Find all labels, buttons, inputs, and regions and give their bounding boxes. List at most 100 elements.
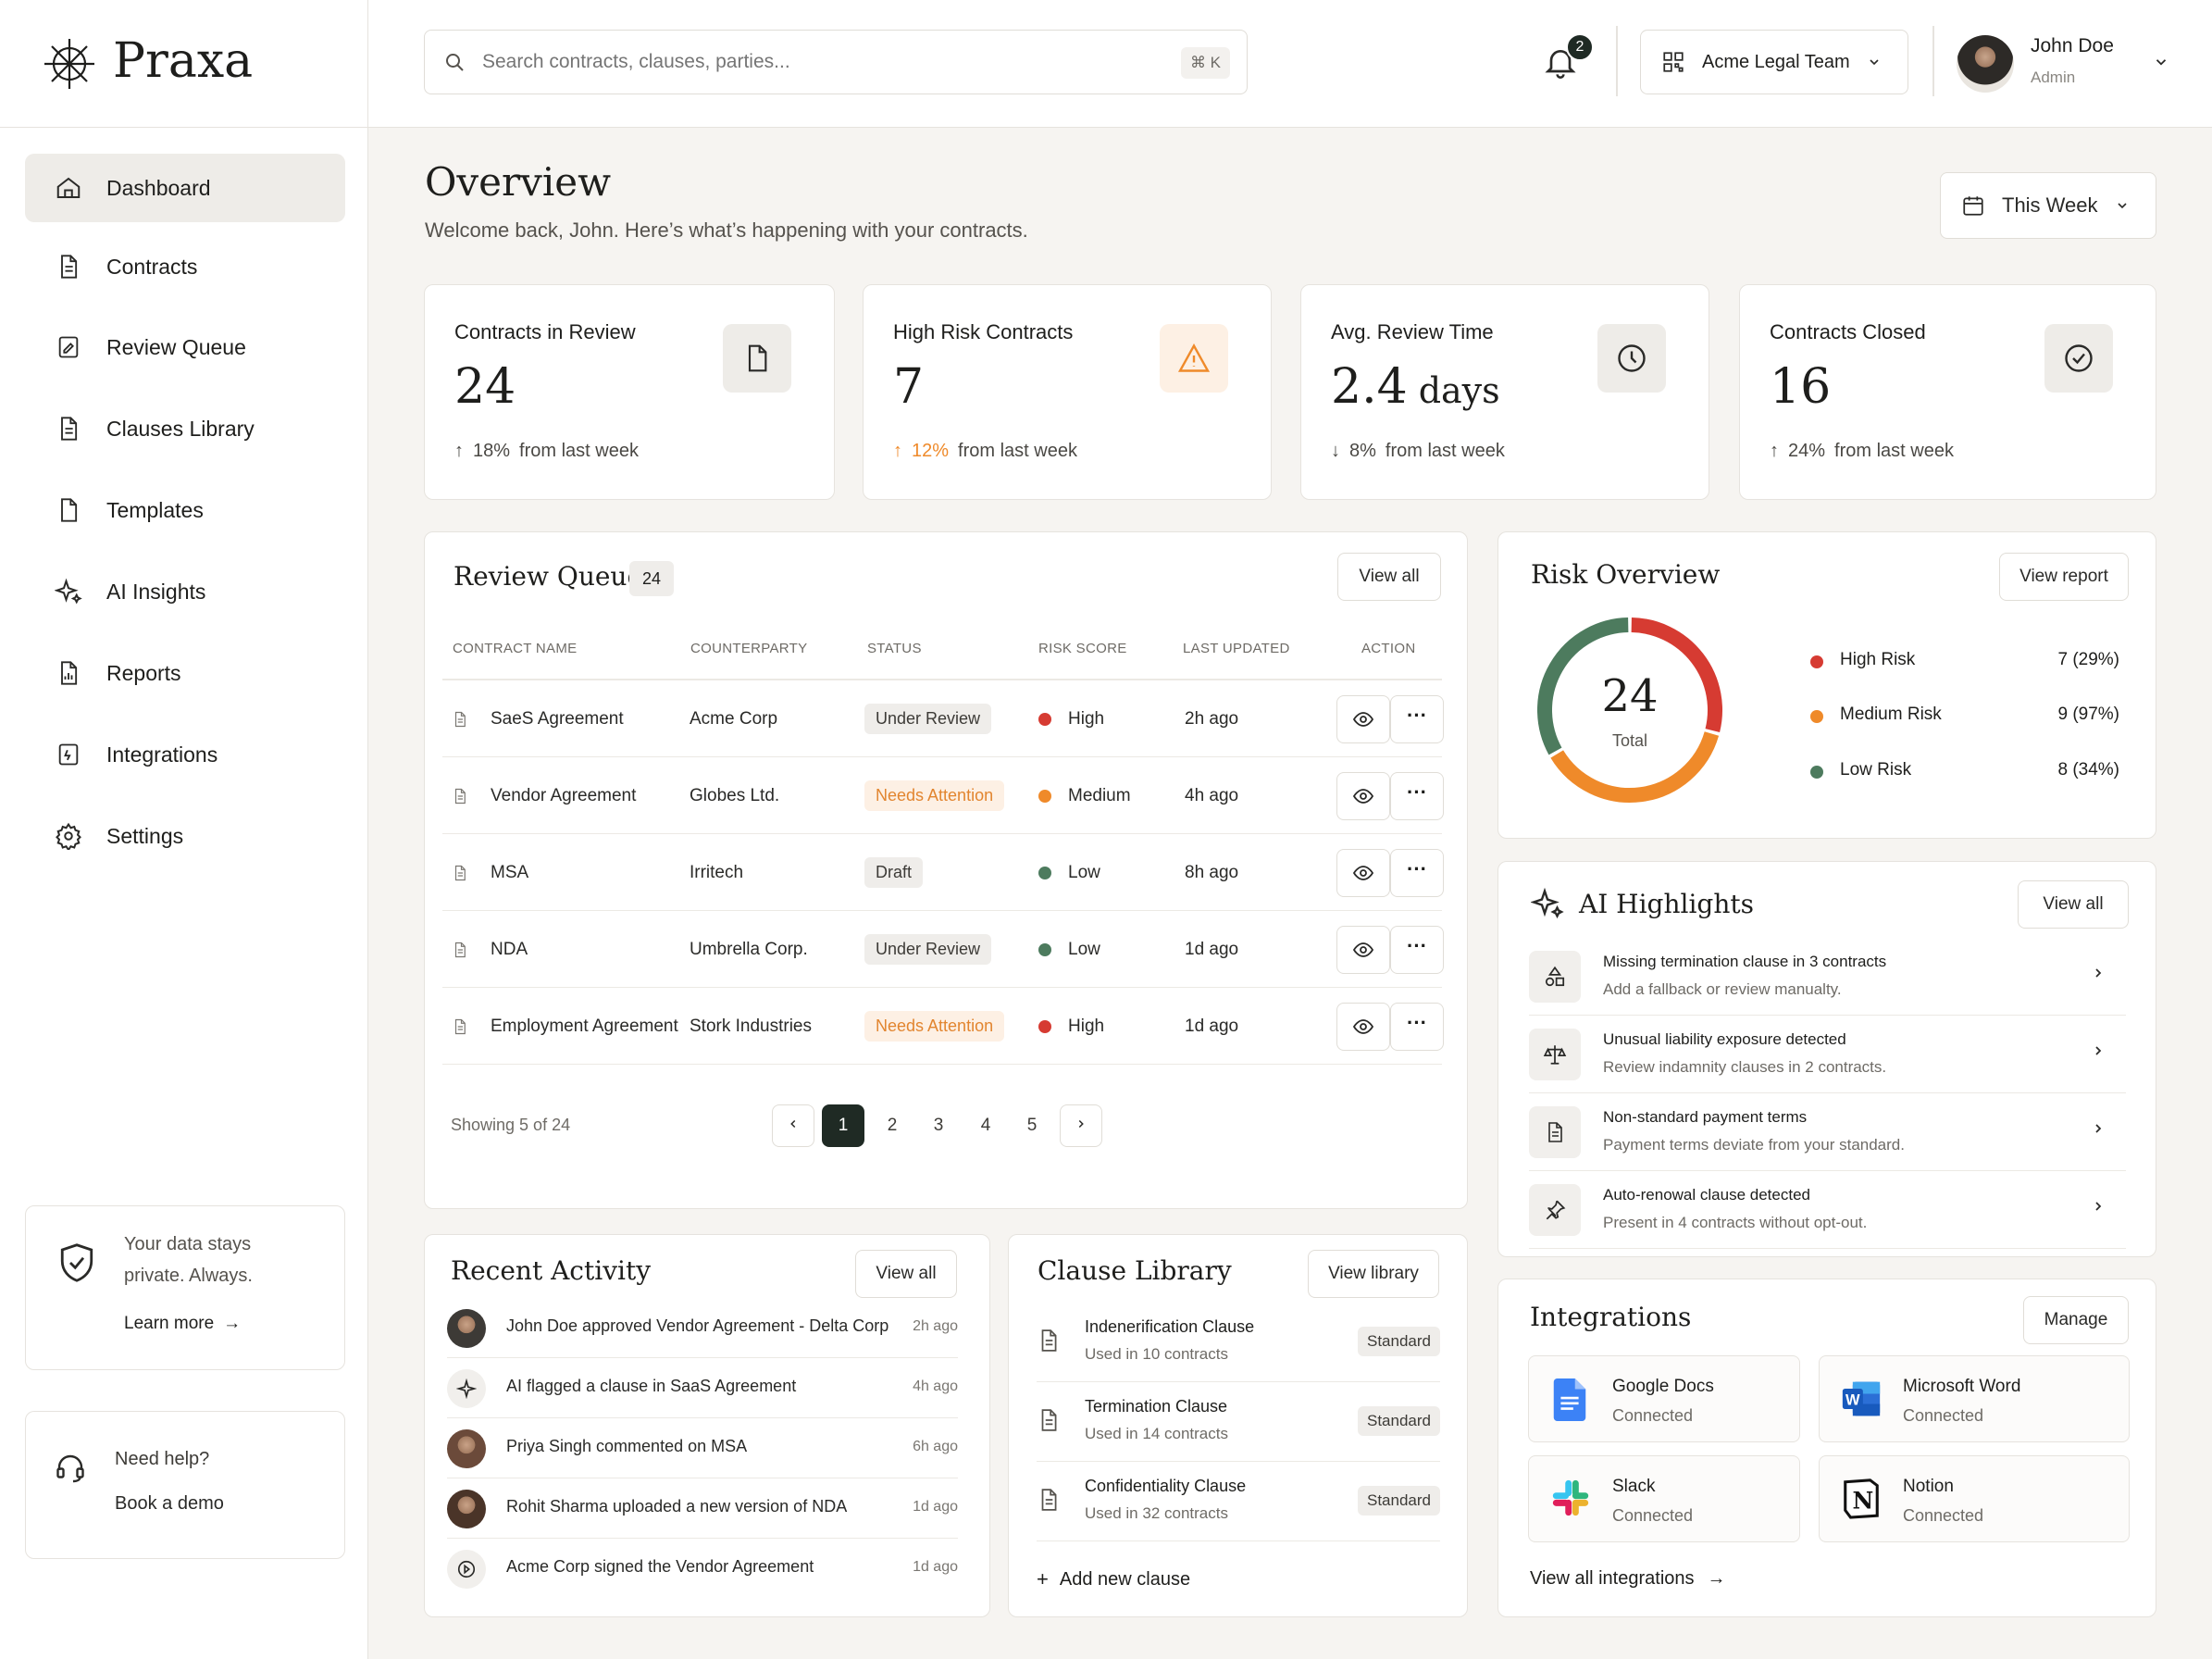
highlight-item[interactable]: Non-standard payment terms Payment terms … xyxy=(1529,1093,2126,1171)
manage-integrations-button[interactable]: Manage xyxy=(2023,1296,2129,1344)
nav-label: Templates xyxy=(106,497,204,522)
stat-card-review-time: Avg. Review Time 2.4 days ↓ 8% from last we… xyxy=(1300,284,1709,500)
help-card: Need help? Book a demo xyxy=(25,1411,345,1559)
ai-highlights-title: AI Highlights xyxy=(1579,889,1754,919)
contract-name-cell[interactable]: MSA xyxy=(452,834,528,911)
divider xyxy=(1932,26,1934,96)
view-library-button[interactable]: View library xyxy=(1308,1250,1439,1298)
stat-card-high-risk: High Risk Contracts 7 ↑ 12% from last week xyxy=(863,284,1272,500)
view-button[interactable] xyxy=(1336,1003,1390,1051)
integration-notion[interactable]: N Notion Connected xyxy=(1819,1455,2130,1542)
contract-name-cell[interactable]: NDA xyxy=(452,911,528,988)
highlight-item[interactable]: Auto-renowal clause detected Present in 4… xyxy=(1529,1171,2126,1249)
clause-item[interactable]: Termination Clause Used in 14 contracts St… xyxy=(1037,1382,1440,1462)
document-icon xyxy=(1037,1327,1061,1354)
eye-icon xyxy=(1352,785,1374,807)
home-icon xyxy=(53,172,84,204)
contract-name-cell[interactable]: Employment Agreement xyxy=(452,988,678,1065)
headset-icon xyxy=(54,1451,87,1484)
page-subtitle: Welcome back, John. Here’s what’s happen… xyxy=(425,218,1028,242)
view-button[interactable] xyxy=(1336,926,1390,974)
nav-item-review-queue[interactable]: Review Queue xyxy=(25,313,345,381)
more-button[interactable]: ··· xyxy=(1390,849,1444,897)
risk-dot xyxy=(1038,866,1051,879)
document-icon xyxy=(452,1017,468,1036)
activity-time: 4h ago xyxy=(913,1378,958,1394)
integration-google-docs[interactable]: Google Docs Connected xyxy=(1528,1355,1800,1442)
highlight-item[interactable]: Missing termination clause in 3 contract… xyxy=(1529,938,2126,1016)
view-button[interactable] xyxy=(1336,695,1390,743)
document-icon xyxy=(452,941,468,959)
activity-view-all-button[interactable]: View all xyxy=(855,1250,957,1298)
nav-item-clauses-library[interactable]: Clauses Library xyxy=(25,394,345,463)
contract-name: Employment Agreement xyxy=(491,1016,678,1036)
view-button[interactable] xyxy=(1336,849,1390,897)
more-button[interactable]: ··· xyxy=(1390,1003,1444,1051)
clause-usage: Used in 14 contracts xyxy=(1085,1425,1228,1442)
search-box[interactable]: ⌘ K xyxy=(424,30,1248,94)
arrow-up-icon: ↑ xyxy=(1770,441,1779,461)
view-button[interactable] xyxy=(1336,772,1390,820)
user-menu[interactable]: John Doe Admin xyxy=(1957,31,2197,96)
view-all-integrations-link[interactable]: View all integrations → xyxy=(1530,1568,1726,1590)
building-icon xyxy=(1661,50,1685,74)
more-button[interactable]: ··· xyxy=(1390,926,1444,974)
eye-icon xyxy=(1352,939,1374,961)
divider xyxy=(1616,26,1618,96)
page-button[interactable]: 5 xyxy=(1011,1104,1053,1147)
page-button[interactable]: 2 xyxy=(871,1104,913,1147)
learn-more-link[interactable]: Learn more → xyxy=(124,1314,241,1334)
stat-value: 7 xyxy=(893,359,925,415)
nav-item-dashboard[interactable]: Dashboard xyxy=(25,154,345,222)
highlights-view-all-button[interactable]: View all xyxy=(2018,880,2129,929)
risk-dot xyxy=(1038,1019,1051,1033)
stat-unit: days xyxy=(1418,370,1500,411)
clause-usage: Used in 32 contracts xyxy=(1085,1504,1228,1522)
activity-item: Acme Corp signed the Vendor Agreement 1d … xyxy=(447,1539,958,1599)
period-selector[interactable]: This Week xyxy=(1940,172,2156,239)
page-button[interactable]: 1 xyxy=(822,1104,864,1147)
view-report-button[interactable]: View report xyxy=(1999,553,2129,601)
add-clause-button[interactable]: + Add new clause xyxy=(1037,1567,1190,1591)
review-queue-view-all-button[interactable]: View all xyxy=(1337,553,1441,601)
nav-item-settings[interactable]: Settings xyxy=(25,802,345,870)
document-icon xyxy=(452,864,468,882)
chevron-down-icon xyxy=(2153,54,2169,70)
search-shortcut: ⌘ K xyxy=(1180,47,1230,79)
stat-card-in-review: Contracts in Review 24 ↑ 18% from last wee… xyxy=(424,284,835,500)
status-badge: Needs Attention xyxy=(864,1011,1005,1042)
trend-value: 12% xyxy=(912,441,950,461)
prev-page-button[interactable] xyxy=(772,1104,814,1147)
page-button[interactable]: 3 xyxy=(917,1104,960,1147)
table-row: Vendor Agreement Globes Ltd. Needs Attenti… xyxy=(442,757,1444,834)
highlight-item[interactable]: Unusual liability exposure detected Revie… xyxy=(1529,1016,2126,1093)
team-selector[interactable]: Acme Legal Team xyxy=(1640,30,1908,94)
book-demo-link[interactable]: Book a demo xyxy=(115,1493,224,1515)
clause-item[interactable]: Confidentiality Clause Used in 32 contrac… xyxy=(1037,1462,1440,1541)
integration-slack[interactable]: Slack Connected xyxy=(1528,1455,1800,1542)
activity-text: John Doe approved Vendor Agreement - Del… xyxy=(506,1316,889,1335)
table-row: Employment Agreement Stork Industries Need… xyxy=(442,988,1444,1065)
nav-item-templates[interactable]: Templates xyxy=(25,476,345,544)
page-button[interactable]: 4 xyxy=(964,1104,1007,1147)
nav-item-integrations[interactable]: Integrations xyxy=(25,720,345,789)
scale-icon xyxy=(1529,1029,1581,1080)
contract-name-cell[interactable]: SaeS Agreement xyxy=(452,680,624,757)
nav-item-contracts[interactable]: Contracts xyxy=(25,232,345,301)
nav-item-reports[interactable]: Reports xyxy=(25,639,345,707)
chevron-down-icon xyxy=(1867,55,1882,69)
more-button[interactable]: ··· xyxy=(1390,695,1444,743)
contract-name-cell[interactable]: Vendor Agreement xyxy=(452,757,636,834)
legend-low-risk: Low Risk 8 (34%) xyxy=(1810,758,2119,786)
review-queue-title: Review Queue xyxy=(454,561,643,592)
notifications-button[interactable]: 2 xyxy=(1542,33,1594,87)
team-name: Acme Legal Team xyxy=(1702,51,1850,72)
nav-item-ai-insights[interactable]: AI Insights xyxy=(25,557,345,626)
search-input[interactable] xyxy=(482,44,1130,81)
integrations-title: Integrations xyxy=(1530,1302,1692,1332)
more-button[interactable]: ··· xyxy=(1390,772,1444,820)
notion-icon: N xyxy=(1840,1477,1883,1519)
clause-item[interactable]: Indenerification Clause Used in 10 contra… xyxy=(1037,1303,1440,1382)
next-page-button[interactable] xyxy=(1060,1104,1102,1147)
integration-microsoft-word[interactable]: W Microsoft Word Connected xyxy=(1819,1355,2130,1442)
